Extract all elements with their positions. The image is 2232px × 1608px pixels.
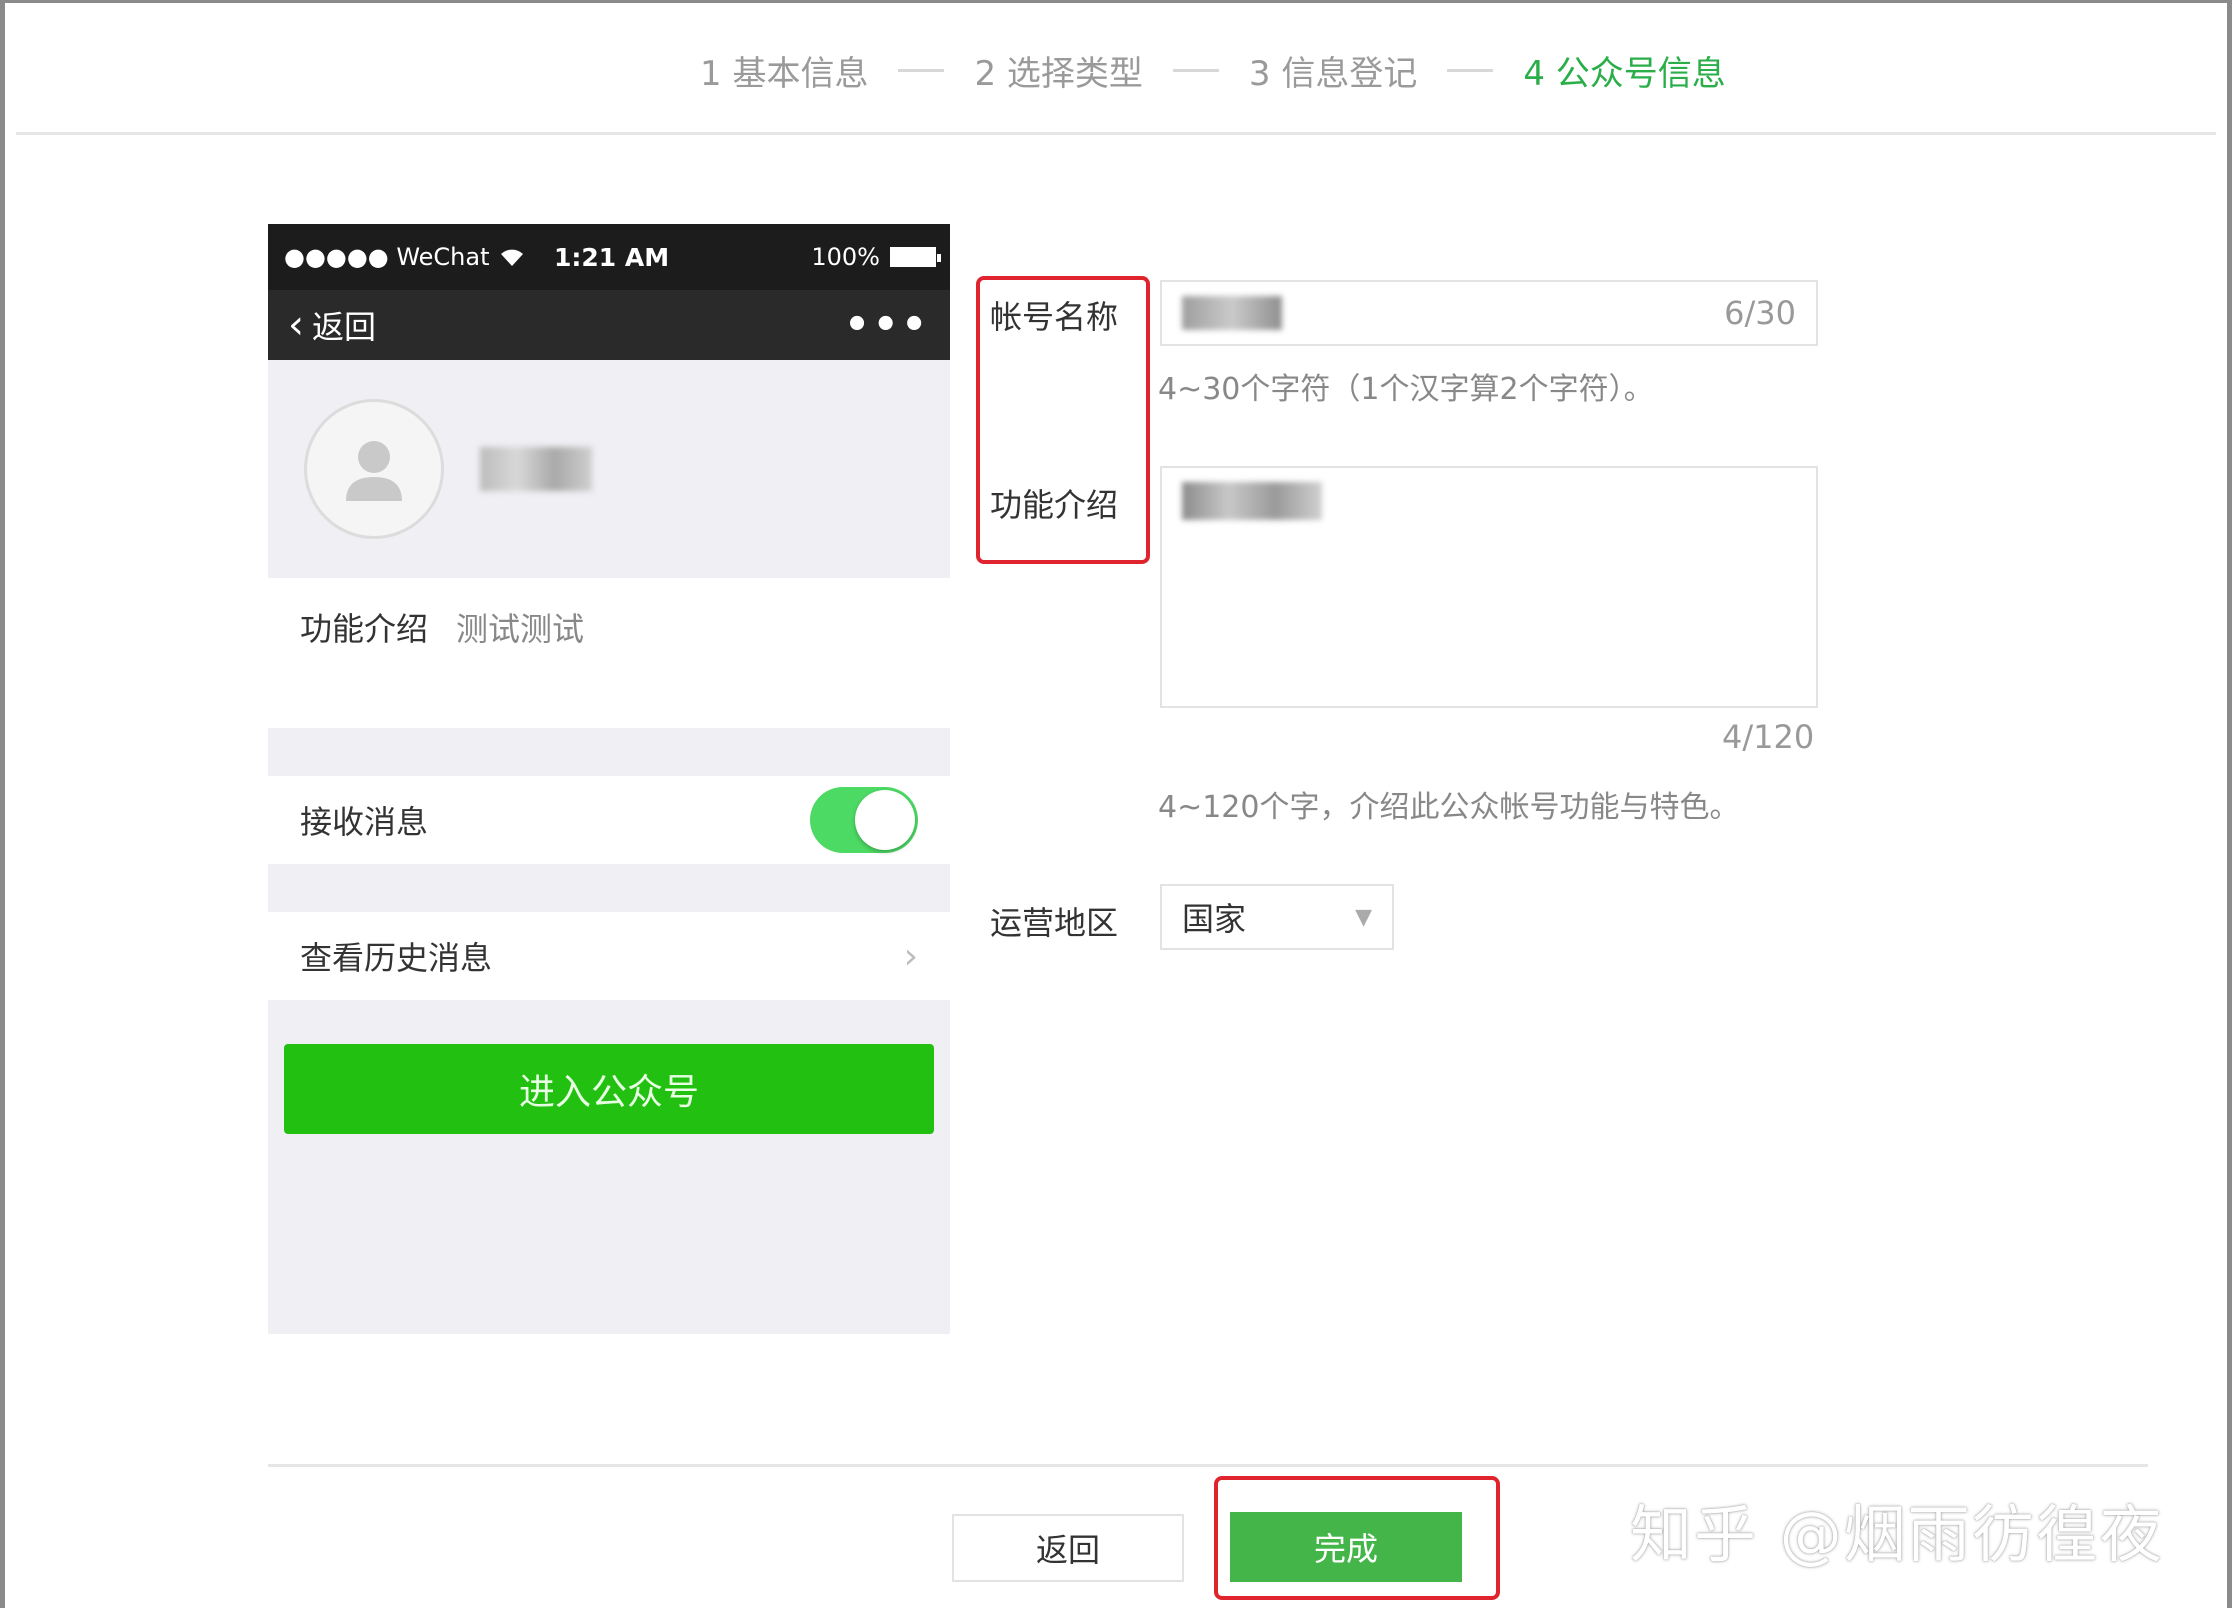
account-name-input[interactable]: 6/30 bbox=[1160, 280, 1818, 346]
caret-down-icon: ▼ bbox=[1355, 904, 1372, 930]
watermark: 知乎 @烟雨彷徨夜 bbox=[1630, 1498, 2164, 1571]
top-divider bbox=[16, 132, 2216, 135]
step-separator bbox=[1172, 68, 1219, 72]
intro-value: 测试测试 bbox=[456, 610, 585, 648]
receive-messages-label: 接收消息 bbox=[300, 803, 429, 841]
description-hint: 4~120个字，介绍此公众帐号功能与特色。 bbox=[1158, 790, 1740, 825]
region-value: 国家 bbox=[1182, 900, 1247, 938]
wifi-icon bbox=[500, 249, 523, 266]
account-name-value-blurred bbox=[1182, 296, 1282, 330]
chevron-right-icon: › bbox=[903, 935, 918, 977]
more-icon[interactable]: ••• bbox=[844, 302, 930, 348]
region-select[interactable]: 国家 ▼ bbox=[1160, 884, 1394, 950]
account-name-blurred bbox=[480, 447, 592, 491]
description-value-blurred bbox=[1182, 482, 1322, 520]
profile-header bbox=[268, 360, 950, 578]
step-indicator: 1 基本信息 2 选择类型 3 信息登记 4 公众号信息 bbox=[700, 40, 1726, 100]
done-button[interactable]: 完成 bbox=[1230, 1512, 1462, 1582]
chevron-left-icon: ‹ bbox=[288, 302, 304, 348]
account-name-counter: 6/30 bbox=[1724, 294, 1796, 332]
history-messages-row[interactable]: 查看历史消息 › bbox=[268, 912, 950, 1000]
status-time: 1:21 AM bbox=[554, 242, 670, 272]
bottom-divider bbox=[268, 1464, 2148, 1467]
step-separator bbox=[898, 68, 945, 72]
phone-preview: ●●●●● WeChat 1:21 AM 100% ‹ 返回 ••• 功能介绍 … bbox=[268, 224, 950, 1334]
intro-row: 功能介绍 测试测试 bbox=[268, 578, 950, 728]
step-basic-info: 1 基本信息 bbox=[700, 53, 869, 94]
region-label: 运营地区 bbox=[990, 904, 1119, 942]
step-separator bbox=[1447, 68, 1494, 72]
highlight-box-labels bbox=[976, 276, 1150, 564]
phone-navbar: ‹ 返回 ••• bbox=[268, 290, 950, 360]
intro-label: 功能介绍 bbox=[300, 610, 429, 648]
section-gap bbox=[268, 864, 950, 912]
description-textarea[interactable] bbox=[1160, 466, 1818, 708]
status-bar: ●●●●● WeChat 1:21 AM 100% bbox=[268, 224, 950, 290]
enter-account-button[interactable]: 进入公众号 bbox=[284, 1044, 934, 1134]
receive-messages-toggle[interactable] bbox=[810, 787, 918, 853]
phone-back-button[interactable]: ‹ 返回 bbox=[288, 302, 376, 348]
user-icon bbox=[346, 441, 402, 501]
step-account-info: 4 公众号信息 bbox=[1523, 53, 1726, 94]
avatar bbox=[304, 399, 444, 539]
step-select-type: 2 选择类型 bbox=[974, 53, 1143, 94]
battery-icon bbox=[890, 247, 941, 267]
receive-messages-row: 接收消息 bbox=[268, 776, 950, 864]
section-gap bbox=[268, 728, 950, 776]
battery-indicator: 100% bbox=[811, 243, 941, 271]
description-counter: 4/120 bbox=[1722, 718, 1815, 756]
back-button[interactable]: 返回 bbox=[952, 1514, 1184, 1582]
history-messages-label: 查看历史消息 bbox=[300, 939, 493, 977]
carrier-label: ●●●●● WeChat bbox=[284, 243, 526, 271]
toggle-knob bbox=[855, 790, 915, 850]
step-info-register: 3 信息登记 bbox=[1248, 53, 1418, 94]
account-name-hint: 4~30个字符（1个汉字算2个字符）。 bbox=[1158, 372, 1654, 407]
